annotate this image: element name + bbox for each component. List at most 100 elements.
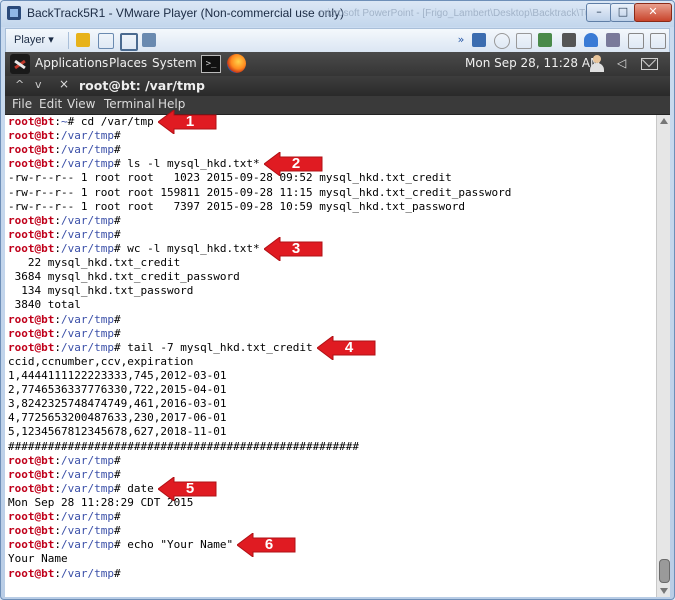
floppy-icon[interactable] — [516, 33, 532, 49]
vmware-app-icon — [7, 6, 21, 20]
sound-card-icon[interactable] — [606, 33, 620, 47]
prompt-path: /var/tmp — [60, 213, 114, 227]
command-text: cd /var/tmp — [80, 115, 154, 128]
network-arrow-icon[interactable]: » — [454, 33, 468, 47]
prompt-path: /var/tmp — [60, 481, 114, 495]
volume-icon[interactable]: ◁ — [617, 56, 626, 70]
prompt-line: root@bt:/var/tmp# wc -l mysql_hkd.txt* — [8, 242, 511, 256]
window-title: BackTrack5R1 - VMware Player (Non-commer… — [27, 6, 344, 20]
output-line: 5,1234567812345678,627,2018-11-01 — [8, 425, 511, 439]
prompt-colon: : — [54, 453, 61, 467]
prompt-colon: : — [54, 213, 61, 227]
prompt-symbol: # — [113, 481, 128, 495]
cd-drive-icon[interactable] — [494, 33, 510, 49]
menu-help[interactable]: Help — [158, 97, 185, 111]
terminal-titlebar: ^ v × root@bt: /var/tmp — [5, 76, 670, 96]
network-adapter-icon[interactable] — [472, 33, 486, 47]
prompt-symbol: # — [113, 213, 128, 227]
prompt-line: root@bt:/var/tmp# — [8, 454, 511, 468]
annotation-arrow: 3 — [264, 237, 324, 261]
command-text: date — [127, 481, 154, 495]
firefox-launcher-icon[interactable] — [227, 54, 246, 73]
prompt-colon: : — [54, 467, 61, 481]
user-icon[interactable] — [589, 55, 605, 72]
vmware-titlebar: BackTrack5R1 - VMware Player (Non-commer… — [1, 1, 674, 27]
prompt-line: root@bt:/var/tmp# — [8, 228, 511, 242]
prompt-line: root@bt:/var/tmp# — [8, 510, 511, 524]
background-window-title: microsoft PowerPoint - [Frigo_Lambert\De… — [319, 8, 624, 19]
close-icon[interactable]: × — [59, 77, 69, 91]
prompt-symbol: # — [113, 566, 128, 580]
applications-menu[interactable]: Applications — [35, 56, 108, 70]
mail-icon[interactable] — [641, 58, 658, 70]
prompt-user: root@bt — [8, 524, 55, 538]
places-menu[interactable]: Places — [109, 56, 147, 70]
message-log-icon[interactable] — [628, 33, 644, 49]
scrollbar-thumb[interactable] — [659, 559, 670, 583]
prompt-path: /var/tmp — [60, 538, 114, 552]
prompt-line: root@bt:/var/tmp# — [8, 468, 511, 482]
scroll-down-arrow-icon[interactable] — [660, 588, 668, 594]
prompt-colon: : — [54, 566, 61, 580]
output-line: 3,8242325748474749,461,2016-03-01 — [8, 397, 511, 411]
fit-guest-icon[interactable] — [650, 33, 666, 49]
menu-terminal[interactable]: Terminal — [104, 97, 155, 111]
chevron-up-icon[interactable]: ^ — [15, 78, 24, 91]
prompt-path: /var/tmp — [60, 227, 114, 241]
prompt-user: root@bt — [8, 326, 55, 340]
terminal-launcher-icon[interactable]: >_ — [201, 55, 221, 73]
annotation-number: 3 — [291, 240, 301, 257]
chevron-down-icon[interactable]: v — [35, 78, 42, 91]
output-line: 2,7746536337776330,722,2015-04-01 — [8, 383, 511, 397]
output-line: -rw-r--r-- 1 root root 7397 2015-09-28 1… — [8, 200, 511, 214]
terminal-scrollbar[interactable] — [656, 115, 670, 597]
backtrack-logo-icon[interactable] — [10, 54, 30, 74]
fullscreen-icon[interactable] — [120, 33, 138, 51]
output-line: 1,4444111122223333,745,2012-03-01 — [8, 369, 511, 383]
output-text: -rw-r--r-- 1 root root 1023 2015-09-28 0… — [8, 171, 452, 185]
prompt-symbol: # — [113, 157, 128, 171]
annotation-arrow: 5 — [158, 477, 218, 501]
prompt-colon: : — [54, 227, 61, 241]
prompt-colon: : — [54, 481, 61, 495]
prompt-colon: : — [54, 312, 61, 326]
output-line: ccid,ccnumber,ccv,expiration — [8, 355, 511, 369]
send-ctrl-alt-del-icon[interactable] — [98, 33, 114, 49]
prompt-user: root@bt — [8, 143, 55, 157]
output-text: 5,1234567812345678,627,2018-11-01 — [8, 425, 227, 439]
prompt-symbol: # — [113, 453, 128, 467]
prompt-symbol: # — [113, 326, 128, 340]
terminal-title: root@bt: /var/tmp — [79, 78, 205, 93]
output-text: 2,7746536337776330,722,2015-04-01 — [8, 383, 227, 397]
hard-disk-icon[interactable] — [538, 33, 552, 47]
prompt-symbol: # — [113, 510, 128, 524]
minimize-button[interactable]: – — [586, 3, 612, 22]
menu-edit[interactable]: Edit — [39, 97, 62, 111]
prompt-path: /var/tmp — [60, 340, 114, 354]
pause-icon[interactable] — [76, 33, 90, 47]
menu-file[interactable]: File — [12, 97, 32, 111]
scroll-up-arrow-icon[interactable] — [660, 118, 668, 124]
terminal-lines: root@bt:~# cd /var/tmp root@bt:/var/tmp# … — [8, 115, 511, 581]
prompt-symbol: # — [113, 538, 128, 552]
prompt-path: /var/tmp — [60, 129, 114, 143]
output-text: 3,8242325748474749,461,2016-03-01 — [8, 397, 227, 411]
prompt-path: /var/tmp — [60, 312, 114, 326]
close-button[interactable]: ✕ — [634, 3, 672, 22]
maximize-button[interactable]: □ — [610, 3, 636, 22]
output-text: ccid,ccnumber,ccv,expiration — [8, 354, 194, 368]
menu-view[interactable]: View — [67, 97, 95, 111]
system-menu[interactable]: System — [152, 56, 197, 70]
guest-desktop: Applications Places System >_ Mon Sep 28… — [5, 52, 670, 597]
player-menu-button[interactable]: Player ▾ — [14, 33, 54, 46]
prompt-colon: : — [54, 510, 61, 524]
command-text: echo "Your Name" — [127, 538, 234, 552]
output-text: Your Name — [8, 552, 68, 566]
printer-icon[interactable] — [562, 33, 576, 47]
panel-clock[interactable]: Mon Sep 28, 11:28 AM — [465, 56, 600, 70]
prompt-user: root@bt — [8, 538, 55, 552]
annotation-arrow: 6 — [237, 533, 297, 557]
usb-device-icon[interactable] — [584, 33, 598, 47]
unity-icon[interactable] — [142, 33, 156, 47]
output-text: -rw-r--r-- 1 root root 7397 2015-09-28 1… — [8, 199, 465, 213]
